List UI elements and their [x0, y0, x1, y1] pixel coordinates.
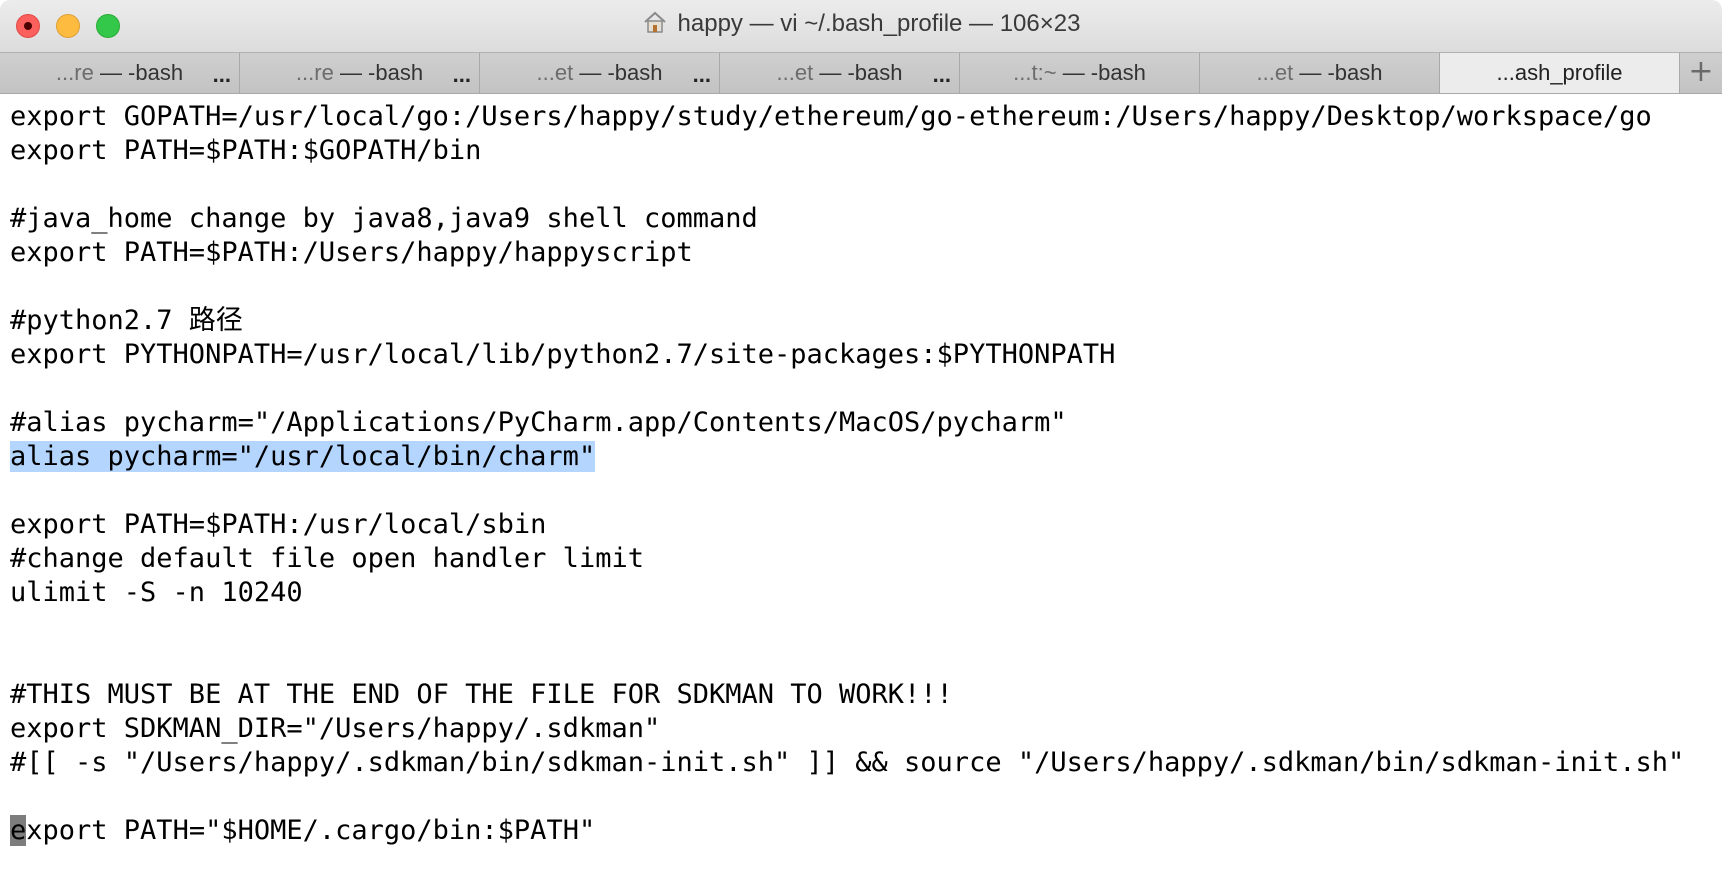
tab-menu-icon[interactable]: ...: [213, 55, 231, 95]
home-icon: [642, 10, 668, 41]
tab-menu-icon[interactable]: ...: [933, 55, 951, 95]
tab-menu-icon[interactable]: ...: [453, 55, 471, 95]
code-line: #[[ -s "/Users/happy/.sdkman/bin/sdkman-…: [10, 747, 1685, 778]
tab-bar: ...re — -bash ... ...re — -bash ... ...e…: [0, 52, 1722, 94]
title-bar[interactable]: happy — vi ~/.bash_profile — 106×23: [0, 0, 1722, 52]
tab-3[interactable]: ...et — -bash ...: [480, 53, 720, 93]
code-line: export PATH=$PATH:/Users/happy/happyscri…: [10, 237, 693, 268]
code-line: #alias pycharm="/Applications/PyCharm.ap…: [10, 407, 1067, 438]
code-line: #java_home change by java8,java9 shell c…: [10, 203, 758, 234]
code-line-cursor: export PATH="$HOME/.cargo/bin:$PATH": [10, 814, 1710, 848]
code-line: export PYTHONPATH=/usr/local/lib/python2…: [10, 339, 1116, 370]
tab-4[interactable]: ...et — -bash ...: [720, 53, 960, 93]
tab-prefix: ...re: [55, 60, 94, 85]
terminal-content[interactable]: export GOPATH=/usr/local/go:/Users/happy…: [10, 100, 1710, 848]
tab-menu-icon[interactable]: ...: [693, 55, 711, 95]
tab-label: — -bash: [579, 60, 663, 85]
tab-1[interactable]: ...re — -bash ...: [0, 53, 240, 93]
terminal-window: happy — vi ~/.bash_profile — 106×23 ...r…: [0, 0, 1722, 892]
code-line-rest: xport PATH="$HOME/.cargo/bin:$PATH": [26, 815, 596, 846]
tab-prefix: ...et: [776, 60, 814, 85]
tab-label: ...ash_profile: [1496, 60, 1623, 85]
code-line: #THIS MUST BE AT THE END OF THE FILE FOR…: [10, 679, 953, 710]
tab-prefix: ...re: [295, 60, 334, 85]
tab-label: — -bash: [1299, 60, 1383, 85]
code-line: #change default file open handler limit: [10, 543, 644, 574]
selection-highlight: alias pycharm="/usr/local/bin/charm": [10, 441, 596, 472]
tab-label: — -bash: [99, 60, 184, 85]
code-line: export SDKMAN_DIR="/Users/happy/.sdkman": [10, 713, 661, 744]
new-tab-button[interactable]: +: [1680, 53, 1722, 93]
tab-7-active[interactable]: ...ash_profile: [1440, 53, 1680, 93]
tab-label: — -bash: [1062, 60, 1146, 85]
tab-label: — -bash: [339, 60, 424, 85]
code-line-selected: alias pycharm="/usr/local/bin/charm": [10, 440, 1710, 474]
code-line: #python2.7 路径: [10, 305, 243, 336]
tab-label: — -bash: [819, 60, 903, 85]
code-line: ulimit -S -n 10240: [10, 577, 303, 608]
tab-2[interactable]: ...re — -bash ...: [240, 53, 480, 93]
code-line: export PATH=$PATH:$GOPATH/bin: [10, 135, 482, 166]
tab-5[interactable]: ...t:~ — -bash: [960, 53, 1200, 93]
text-cursor: e: [10, 815, 27, 846]
tab-prefix: ...et: [1256, 60, 1294, 85]
code-line: export GOPATH=/usr/local/go:/Users/happy…: [10, 101, 1652, 132]
code-line: export PATH=$PATH:/usr/local/sbin: [10, 509, 547, 540]
tab-6[interactable]: ...et — -bash: [1200, 53, 1440, 93]
tab-prefix: ...t:~: [1013, 60, 1057, 85]
window-title: happy — vi ~/.bash_profile — 106×23: [0, 10, 1722, 41]
window-title-text: happy — vi ~/.bash_profile — 106×23: [677, 10, 1081, 37]
tab-prefix: ...et: [536, 60, 574, 85]
